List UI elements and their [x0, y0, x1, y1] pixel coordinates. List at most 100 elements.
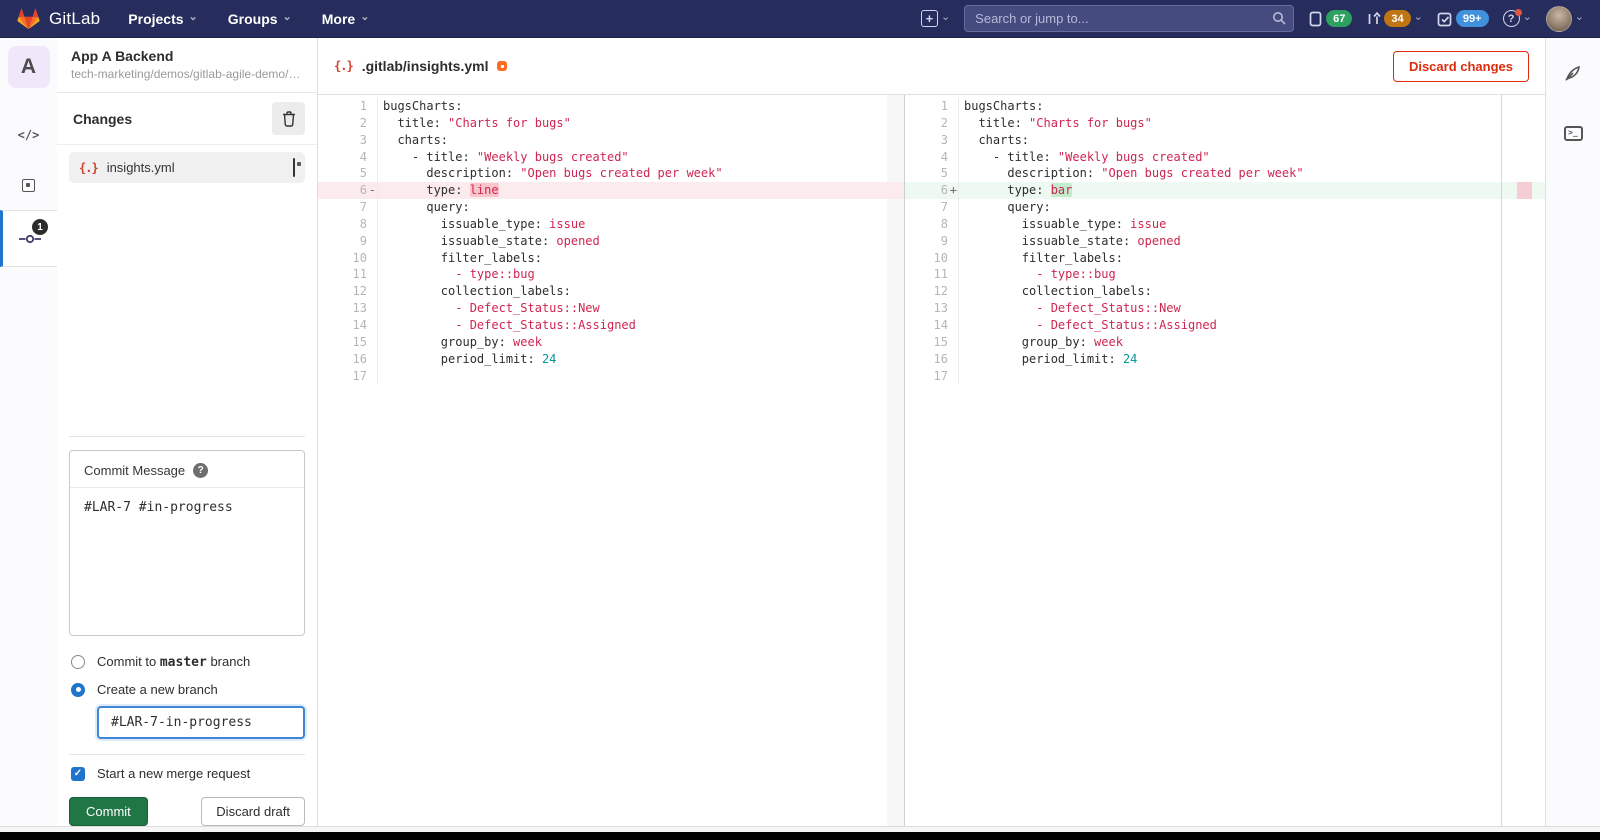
- line-number: 13: [905, 300, 959, 317]
- issues-menu[interactable]: 67: [1308, 10, 1352, 27]
- todo-check-icon: [1437, 11, 1453, 27]
- todos-menu[interactable]: 99+: [1437, 10, 1489, 27]
- search-input[interactable]: [964, 5, 1294, 32]
- diff-line[interactable]: 5 description: "Open bugs created per we…: [905, 165, 1545, 182]
- line-number: 11: [905, 266, 959, 283]
- diff-line[interactable]: 10 filter_labels:: [318, 250, 904, 267]
- nav-more[interactable]: More⌄: [322, 11, 370, 27]
- project-header[interactable]: App A Backend tech-marketing/demos/gitla…: [57, 38, 317, 93]
- create-branch-option: Create a new branch: [71, 682, 305, 697]
- diff-line[interactable]: 14 - Defect_Status::Assigned: [905, 317, 1545, 334]
- search-icon: [1272, 11, 1286, 25]
- diff-line[interactable]: 16 period_limit: 24: [318, 351, 904, 368]
- diff-line[interactable]: 3 charts:: [318, 132, 904, 149]
- line-number: 10: [905, 250, 959, 267]
- diff-line[interactable]: 17: [318, 368, 904, 385]
- diff-line[interactable]: 4 - title: "Weekly bugs created": [905, 149, 1545, 166]
- rail-commit-button[interactable]: 1: [0, 210, 57, 267]
- terminal-icon: >_: [1564, 126, 1583, 141]
- diff-line[interactable]: 17: [905, 368, 1545, 385]
- diff-line[interactable]: 2 title: "Charts for bugs": [905, 115, 1545, 132]
- merge-requests-menu[interactable]: 34 ⌄: [1366, 10, 1422, 27]
- diff-line[interactable]: 16 period_limit: 24: [905, 351, 1545, 368]
- review-icon: [22, 179, 35, 192]
- chevron-down-icon: ⌄: [283, 12, 292, 23]
- diff-line[interactable]: 6+ type: bar: [905, 182, 1545, 199]
- global-search: [964, 5, 1294, 32]
- merge-request-checkbox[interactable]: ✓: [71, 767, 85, 781]
- line-number: 2: [318, 115, 378, 132]
- project-name: App A Backend: [71, 48, 303, 64]
- diff-line[interactable]: 4 - title: "Weekly bugs created": [318, 149, 904, 166]
- diff-line[interactable]: 9 issuable_state: opened: [905, 233, 1545, 250]
- line-number: 17: [905, 368, 959, 385]
- ide-body: A </> 1 App A Backend tech-marketing/dem…: [0, 38, 1600, 826]
- todos-count-badge: 99+: [1456, 10, 1489, 27]
- merge-request-icon: [1366, 11, 1381, 27]
- diff-pane-modified[interactable]: 1bugsCharts:2 title: "Charts for bugs"3 …: [905, 95, 1545, 826]
- diff-line[interactable]: 15 group_by: week: [318, 334, 904, 351]
- new-branch-label: Create a new branch: [97, 682, 218, 697]
- diff-line[interactable]: 8 issuable_type: issue: [318, 216, 904, 233]
- diff-line[interactable]: 5 description: "Open bugs created per we…: [318, 165, 904, 182]
- project-path: tech-marketing/demos/gitlab-agile-demo/l…: [71, 67, 303, 81]
- help-icon[interactable]: ?: [193, 463, 208, 478]
- diff-line[interactable]: 9 issuable_state: opened: [318, 233, 904, 250]
- discard-draft-button[interactable]: Discard draft: [201, 797, 305, 826]
- changes-count-badge: 1: [32, 219, 48, 235]
- diff-line[interactable]: 12 collection_labels:: [905, 283, 1545, 300]
- diff-line[interactable]: 15 group_by: week: [905, 334, 1545, 351]
- branch-name-input[interactable]: [97, 706, 305, 739]
- merge-request-label: Start a new merge request: [97, 766, 250, 781]
- diff-line[interactable]: 6- type: line: [318, 182, 904, 199]
- new-menu-button[interactable]: + ⌄: [921, 10, 950, 27]
- nav-projects[interactable]: Projects⌄: [128, 11, 197, 27]
- nav-menu: Projects⌄ Groups⌄ More⌄: [128, 11, 369, 27]
- diff-line[interactable]: 13 - Defect_Status::New: [318, 300, 904, 317]
- diff-pane-original[interactable]: 1bugsCharts:2 title: "Charts for bugs"3 …: [318, 95, 905, 826]
- changed-file-insights-yml[interactable]: {.} insights.yml: [69, 152, 305, 183]
- diff-line[interactable]: 11 - type::bug: [905, 266, 1545, 283]
- diff-line[interactable]: 7 query:: [318, 199, 904, 216]
- radio-commit-master[interactable]: [71, 655, 85, 669]
- nav-groups[interactable]: Groups⌄: [228, 11, 292, 27]
- rail-edit-button[interactable]: </>: [0, 110, 57, 160]
- diff-line[interactable]: 14 - Defect_Status::Assigned: [318, 317, 904, 334]
- user-avatar: [1546, 6, 1572, 32]
- diff-line[interactable]: 12 collection_labels:: [318, 283, 904, 300]
- notification-dot: [1515, 9, 1522, 16]
- live-preview-button[interactable]: [1556, 56, 1590, 90]
- diff-line[interactable]: 3 charts:: [905, 132, 1545, 149]
- terminal-button[interactable]: >_: [1556, 116, 1590, 150]
- commit-button[interactable]: Commit: [69, 797, 148, 826]
- discard-all-button[interactable]: [272, 102, 305, 135]
- editor-area: {.} .gitlab/insights.yml Discard changes…: [318, 38, 1545, 826]
- line-number: 5: [905, 165, 959, 182]
- rail-review-button[interactable]: [0, 160, 57, 210]
- issues-count-badge: 67: [1326, 10, 1352, 27]
- diff-line[interactable]: 8 issuable_type: issue: [905, 216, 1545, 233]
- diff-line[interactable]: 1bugsCharts:: [905, 98, 1545, 115]
- diff-line[interactable]: 11 - type::bug: [318, 266, 904, 283]
- commit-actions: Commit Discard draft: [69, 797, 305, 826]
- line-number: 5: [318, 165, 378, 182]
- gitlab-logo[interactable]: GitLab: [16, 7, 100, 31]
- help-menu[interactable]: ? ⌄: [1503, 10, 1532, 27]
- diff-line[interactable]: 13 - Defect_Status::New: [905, 300, 1545, 317]
- open-file-path: .gitlab/insights.yml: [362, 58, 489, 74]
- diff-line[interactable]: 2 title: "Charts for bugs": [318, 115, 904, 132]
- issues-icon: [1308, 11, 1323, 27]
- project-avatar[interactable]: A: [8, 46, 50, 88]
- master-branch-name: master: [160, 655, 207, 670]
- diff-line[interactable]: 7 query:: [905, 199, 1545, 216]
- commit-message-input[interactable]: #LAR-7 #in-progress: [70, 488, 304, 635]
- diff-line[interactable]: 1bugsCharts:: [318, 98, 904, 115]
- line-number: 13: [318, 300, 378, 317]
- merge-request-option: ✓ Start a new merge request: [71, 766, 305, 781]
- radio-new-branch[interactable]: [71, 683, 85, 697]
- diff-line[interactable]: 10 filter_labels:: [905, 250, 1545, 267]
- discard-changes-button[interactable]: Discard changes: [1393, 51, 1529, 82]
- line-number: 6+: [905, 182, 959, 199]
- user-menu[interactable]: ⌄: [1546, 6, 1584, 32]
- line-number: 17: [318, 368, 378, 385]
